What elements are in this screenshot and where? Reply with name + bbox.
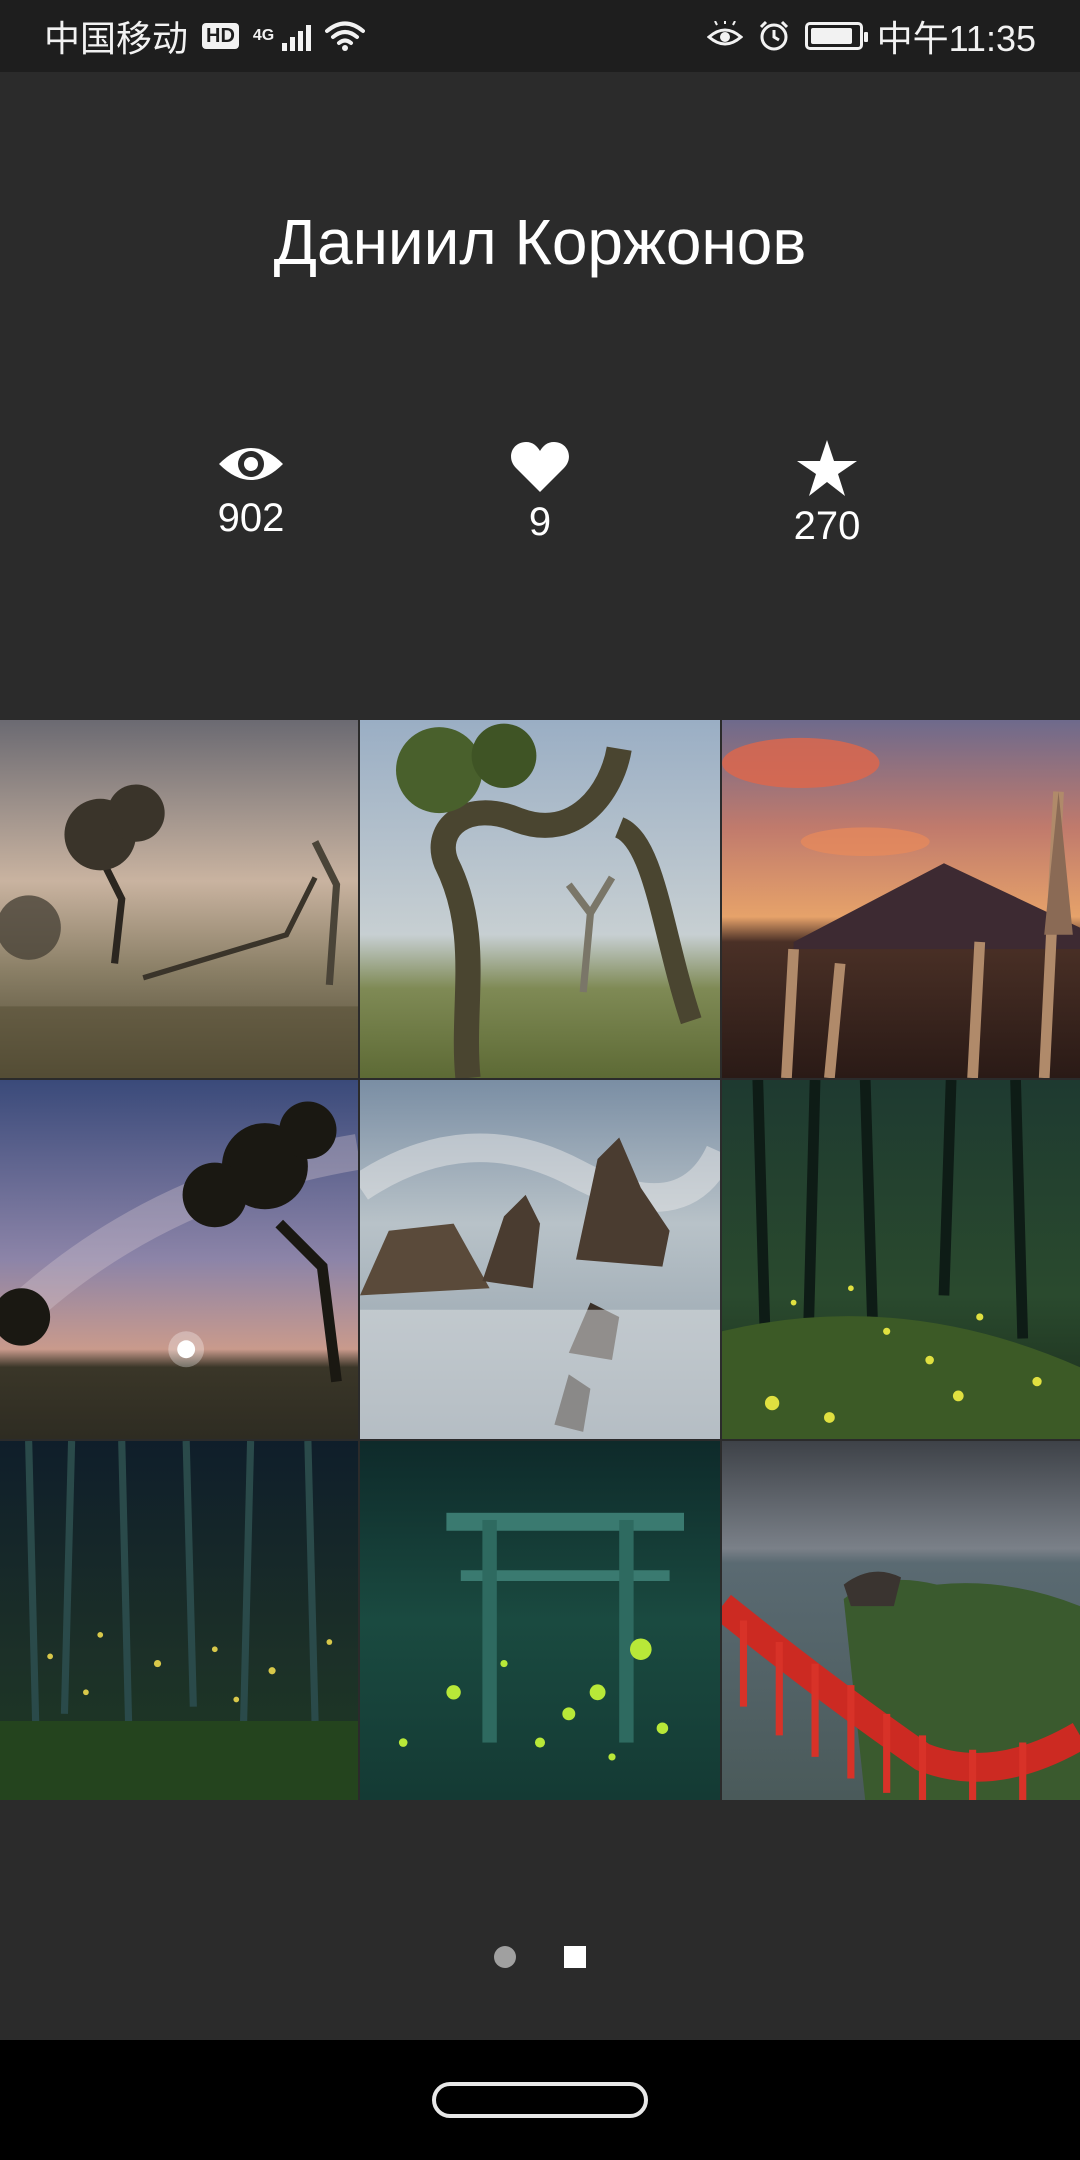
photo-tile[interactable] — [360, 720, 720, 1078]
photo-foggy-trees — [0, 720, 358, 1078]
photo-bamboo-forest-night — [0, 1441, 358, 1800]
status-left: 中国移动 HD 4G — [44, 10, 366, 62]
page-indicator — [0, 1946, 1080, 1968]
profile-stats: 902 9 270 — [0, 440, 1080, 570]
views-count: 902 — [217, 496, 285, 540]
photo-tile[interactable] — [722, 1441, 1080, 1800]
photo-tile[interactable] — [360, 1441, 720, 1800]
signal-icon — [282, 21, 312, 51]
photo-tile[interactable] — [722, 1080, 1080, 1439]
status-bar: 中国移动 HD 4G 中午11:35 — [0, 0, 1080, 72]
photo-tile[interactable] — [0, 720, 358, 1078]
likes-count: 9 — [528, 500, 552, 544]
photo-tile[interactable] — [722, 720, 1080, 1078]
eye-icon — [219, 448, 283, 480]
page-dot-1[interactable] — [494, 1946, 516, 1968]
navigation-bar — [0, 2040, 1080, 2160]
hd-icon: HD — [202, 23, 239, 49]
photo-misty-rocks — [360, 1080, 720, 1439]
photo-milky-way-tree — [0, 1080, 358, 1439]
photo-tile[interactable] — [0, 1080, 358, 1439]
home-gesture-bar[interactable] — [432, 2082, 648, 2118]
wifi-icon — [325, 20, 366, 52]
photo-twisted-tree — [360, 720, 720, 1078]
photo-tile[interactable] — [0, 1441, 358, 1800]
profile-name: Даниил Коржонов — [273, 206, 807, 278]
star-icon — [797, 440, 857, 496]
photo-grid — [0, 720, 1080, 1800]
favorites-stat[interactable]: 270 — [727, 440, 927, 549]
views-stat: 902 — [151, 440, 351, 541]
heart-icon — [511, 442, 569, 492]
favorites-count: 270 — [793, 504, 861, 548]
photo-bamboo-fireflies — [722, 1080, 1080, 1439]
photo-torii-fireflies — [360, 1441, 720, 1800]
likes-stat[interactable]: 9 — [440, 440, 640, 545]
page-dot-2-current[interactable] — [564, 1946, 586, 1968]
network-type: 4G — [252, 27, 275, 44]
alarm-icon — [757, 19, 791, 53]
status-right: 中午11:35 — [706, 10, 1036, 62]
clock: 中午11:35 — [876, 18, 1036, 59]
photo-volcano-sunset — [722, 720, 1080, 1078]
carrier-name: 中国移动 — [44, 18, 189, 59]
photo-red-torii-coast — [722, 1441, 1080, 1800]
photo-tile[interactable] — [360, 1080, 720, 1439]
eye-icon — [706, 21, 743, 51]
battery-icon — [804, 22, 868, 50]
